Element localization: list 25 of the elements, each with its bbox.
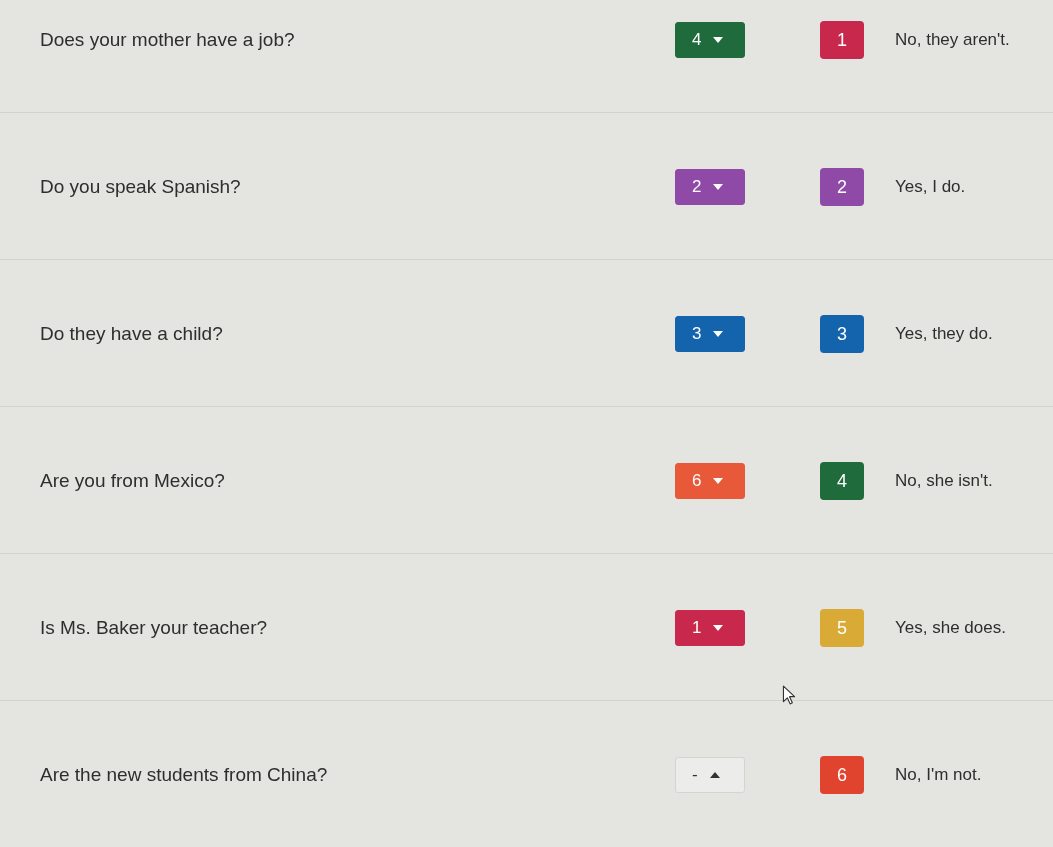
- answer-text: Yes, she does.: [895, 618, 1006, 638]
- question-text: Do you speak Spanish?: [40, 176, 241, 198]
- answer-dropdown[interactable]: 3: [675, 316, 745, 352]
- number-badge: 5: [820, 609, 864, 647]
- question-text: Are you from Mexico?: [40, 470, 225, 492]
- answer-text: No, I'm not.: [895, 765, 982, 785]
- answer-dropdown[interactable]: 4: [675, 22, 745, 58]
- question-text: Does your mother have a job?: [40, 29, 295, 51]
- question-text: Do they have a child?: [40, 323, 223, 345]
- number-badge: 1: [820, 21, 864, 59]
- answer-dropdown[interactable]: 1: [675, 610, 745, 646]
- number-badge: 6: [820, 756, 864, 794]
- answer-dropdown[interactable]: -: [675, 757, 745, 793]
- cursor-icon: [782, 685, 796, 705]
- number-badge: 4: [820, 462, 864, 500]
- answer-text: No, she isn't.: [895, 471, 993, 491]
- number-badge: 3: [820, 315, 864, 353]
- question-text: Are the new students from China?: [40, 764, 328, 786]
- answer-dropdown[interactable]: 2: [675, 169, 745, 205]
- answer-dropdown[interactable]: 6: [675, 463, 745, 499]
- question-text: Is Ms. Baker your teacher?: [40, 617, 268, 639]
- number-badge: 2: [820, 168, 864, 206]
- answer-text: No, they aren't.: [895, 30, 1010, 50]
- answer-text: Yes, I do.: [895, 177, 966, 197]
- answer-text: Yes, they do.: [895, 324, 993, 344]
